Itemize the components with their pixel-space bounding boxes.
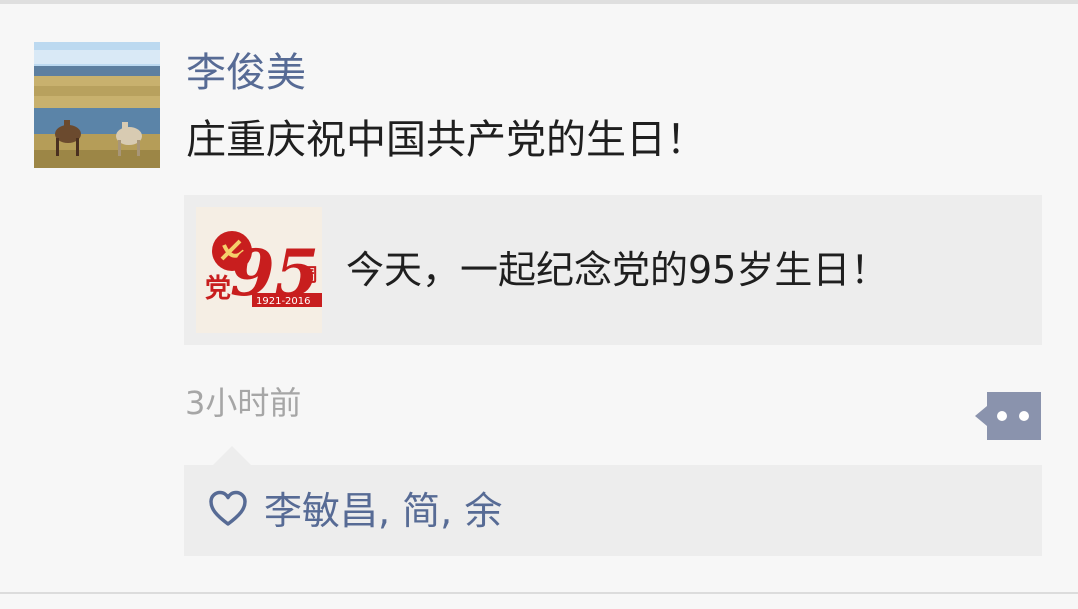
likes-panel: 李敏昌, 简, 余	[184, 465, 1042, 556]
top-divider	[0, 0, 1078, 4]
link-thumbnail: 党 95 周 1921-2016	[196, 207, 322, 333]
post-text: 庄重庆祝中国共产党的生日！	[186, 117, 706, 163]
author-name[interactable]: 李俊美	[186, 46, 306, 100]
avatar-landscape-image	[34, 42, 160, 168]
likes-panel-caret	[212, 446, 252, 466]
thumbnail-left-char: 党	[205, 274, 231, 304]
thumbnail-right-char: 周	[300, 265, 318, 286]
timestamp: 3小时前	[185, 384, 302, 422]
link-title: 今天，一起纪念党的95岁生日！	[346, 248, 889, 292]
heart-outline-icon	[209, 490, 247, 526]
avatar[interactable]	[34, 42, 160, 168]
party-anniversary-thumbnail: 党 95 周 1921-2016	[196, 207, 322, 333]
thumbnail-years: 1921-2016	[256, 296, 311, 307]
likes-names[interactable]: 李敏昌, 简, 余	[264, 485, 502, 537]
bottom-divider	[0, 592, 1078, 594]
shared-link-card[interactable]: 党 95 周 1921-2016 今天，一起纪念党的95岁生日！	[184, 195, 1042, 345]
comment-more-button[interactable]	[975, 392, 1041, 440]
comment-more-icon	[975, 392, 1041, 440]
